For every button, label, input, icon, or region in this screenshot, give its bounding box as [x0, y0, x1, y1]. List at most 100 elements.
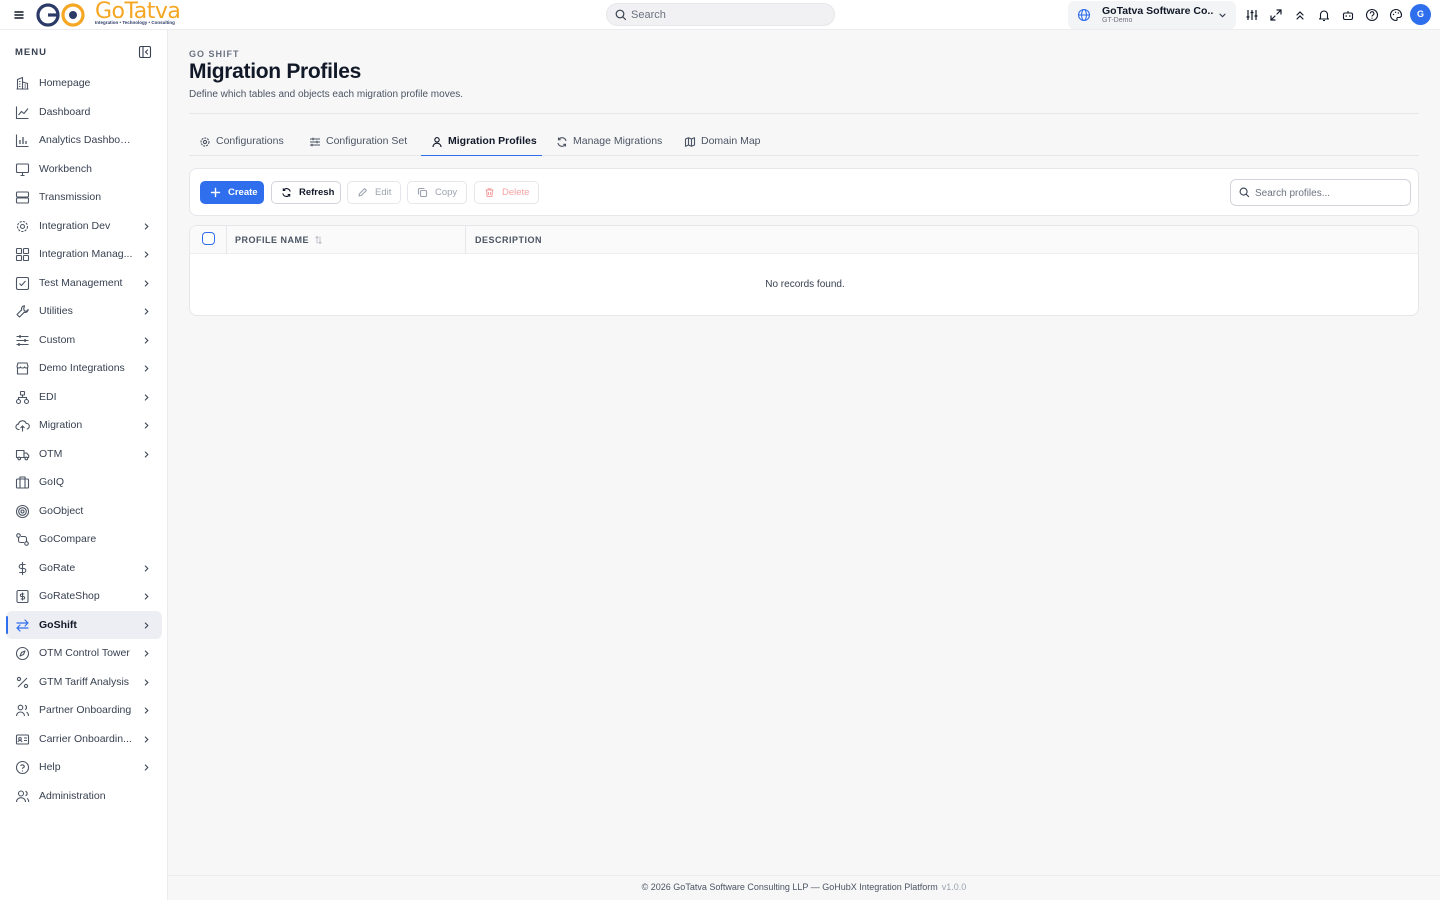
- tab-manage-migrations[interactable]: Manage Migrations: [546, 128, 668, 156]
- building-icon: [16, 76, 29, 90]
- sidebar-item-label: GoIQ: [39, 476, 65, 488]
- trash-icon: [485, 188, 494, 198]
- percent-icon: [16, 676, 29, 688]
- sidebar-item-help[interactable]: Help: [6, 753, 162, 782]
- edit-button[interactable]: Edit: [347, 181, 401, 204]
- bell-icon[interactable]: [1317, 8, 1331, 22]
- tab-configuration-set[interactable]: Configuration Set: [299, 128, 417, 156]
- sidebar-item-partner-onboarding[interactable]: Partner Onboarding: [6, 696, 162, 725]
- footer-version: v1.0.0: [941, 882, 967, 892]
- global-search[interactable]: [606, 3, 835, 26]
- sort-icon[interactable]: [314, 235, 323, 245]
- sidebar-item-test-management[interactable]: Test Management: [6, 269, 162, 298]
- sidebar-item-label: Transmission: [39, 191, 102, 203]
- tab-domain-map[interactable]: Domain Map: [674, 128, 764, 156]
- collapse-sidebar-icon[interactable]: [138, 45, 152, 59]
- sidebar-item-dashboard[interactable]: Dashboard: [6, 98, 162, 127]
- tab-migration-profiles[interactable]: Migration Profiles: [421, 128, 542, 156]
- sidebar-item-label: OTM: [39, 447, 63, 460]
- sliders-icon[interactable]: [1245, 8, 1259, 22]
- page-subtitle: Define which tables and objects each mig…: [189, 89, 464, 100]
- help-icon[interactable]: [1365, 8, 1379, 22]
- sidebar-item-label: Integration Manag...: [39, 248, 133, 260]
- store-icon: [16, 362, 29, 375]
- tab-bar: Configurations Configuration Set Migrati…: [189, 128, 1419, 156]
- sidebar-item-goshift[interactable]: GoShift: [6, 610, 162, 639]
- refresh-button[interactable]: Refresh: [271, 181, 341, 204]
- chevron-right-icon: [144, 621, 149, 629]
- column-header-profile-name[interactable]: PROFILE NAME: [235, 235, 309, 245]
- dollar-icon: [18, 561, 27, 575]
- copy-button[interactable]: Copy: [407, 181, 467, 204]
- chevron-down-icon: [1219, 13, 1226, 18]
- chevron-right-icon: [144, 650, 149, 657]
- sidebar-item-migration[interactable]: Migration: [6, 411, 162, 440]
- profiles-search[interactable]: [1230, 179, 1411, 206]
- sidebar-item-label: Utilities: [39, 305, 73, 317]
- sidebar-item-otm-control-tower[interactable]: OTM Control Tower: [6, 639, 162, 668]
- top-bar: GoTatva Integration • Technology • Consu…: [0, 0, 1440, 30]
- sidebar-item-label: Homepage: [39, 77, 91, 89]
- organization-switcher[interactable]: GoTatva Software Co... GT-Demo: [1068, 1, 1236, 29]
- select-all-checkbox[interactable]: [202, 232, 215, 245]
- compass-icon: [15, 646, 30, 661]
- refresh-icon: [557, 137, 567, 147]
- sidebar-item-gocompare[interactable]: GoCompare: [6, 525, 162, 554]
- chevron-right-icon: [144, 393, 149, 401]
- network-icon: [15, 390, 30, 404]
- tab-label: Domain Map: [701, 135, 761, 147]
- monitor-icon: [15, 162, 30, 176]
- tab-configurations[interactable]: Configurations: [189, 128, 294, 156]
- sidebar-item-analytics-dashboard[interactable]: Analytics Dashboard: [6, 126, 162, 155]
- sidebar-item-workbench[interactable]: Workbench: [6, 155, 162, 184]
- sidebar-item-label: GoRateShop: [39, 590, 100, 602]
- sidebar-item-label: Administration: [39, 789, 106, 802]
- sidebar-item-goiq[interactable]: GoIQ: [6, 468, 162, 497]
- sidebar-item-utilities[interactable]: Utilities: [6, 297, 162, 326]
- tab-label: Configuration Set: [326, 135, 408, 147]
- sidebar-item-goobject[interactable]: GoObject: [6, 497, 162, 526]
- sidebar-item-carrier-onboardin[interactable]: Carrier Onboardin...: [6, 725, 162, 754]
- gotatva-logo[interactable]: GoTatva Integration • Technology • Consu…: [35, 0, 195, 29]
- sidebar-item-homepage[interactable]: Homepage: [6, 69, 162, 98]
- sidebar-item-administration[interactable]: Administration: [6, 782, 162, 811]
- tab-label: Manage Migrations: [573, 135, 663, 147]
- sidebar-item-gorateshop[interactable]: GoRateShop: [6, 582, 162, 611]
- user-avatar[interactable]: G: [1410, 4, 1431, 25]
- sidebar-item-gtm-tariff-analysis[interactable]: GTM Tariff Analysis: [6, 668, 162, 697]
- chevron-right-icon: [144, 678, 149, 686]
- sidebar-item-integration-manag[interactable]: Integration Manag...: [6, 240, 162, 269]
- tab-label: Configurations: [216, 135, 284, 147]
- copy-icon: [417, 187, 428, 198]
- column-header-description[interactable]: DESCRIPTION: [475, 235, 542, 245]
- sidebar-item-label: Carrier Onboardin...: [39, 732, 132, 745]
- sidebar-item-label: GoObject: [39, 504, 84, 517]
- action-toolbar: Create Refresh Edit Copy Delete: [189, 168, 1419, 216]
- profiles-search-input[interactable]: [1255, 186, 1405, 200]
- hamburger-menu-icon[interactable]: [12, 8, 26, 22]
- sidebar-item-label: EDI: [39, 390, 57, 403]
- chevron-right-icon: [144, 222, 149, 230]
- double-chevron-up-icon[interactable]: [1293, 8, 1307, 22]
- sidebar-item-label: Custom: [39, 333, 76, 346]
- plus-icon: [210, 187, 221, 198]
- expand-icon[interactable]: [1269, 8, 1283, 22]
- refresh-button-label: Refresh: [299, 187, 335, 198]
- refresh-icon: [282, 188, 291, 197]
- palette-icon[interactable]: [1389, 8, 1403, 22]
- chevron-right-icon: [144, 450, 149, 458]
- sidebar-item-custom[interactable]: Custom: [6, 326, 162, 355]
- sidebar-item-otm[interactable]: OTM: [6, 440, 162, 469]
- create-button[interactable]: Create: [200, 181, 264, 204]
- sliders-horizontal-icon: [16, 334, 29, 346]
- sidebar-item-gorate[interactable]: GoRate: [6, 554, 162, 583]
- help-circle-icon: [15, 760, 30, 775]
- footer-copyright: © 2026 GoTatva Software Consulting LLP —…: [641, 882, 938, 892]
- sidebar-item-transmission[interactable]: Transmission: [6, 183, 162, 212]
- robot-icon[interactable]: [1341, 8, 1355, 22]
- sidebar-item-integration-dev[interactable]: Integration Dev: [6, 212, 162, 241]
- global-search-input[interactable]: [631, 7, 826, 22]
- sidebar-item-demo-integrations[interactable]: Demo Integrations: [6, 354, 162, 383]
- sidebar-item-edi[interactable]: EDI: [6, 383, 162, 412]
- delete-button[interactable]: Delete: [474, 181, 539, 204]
